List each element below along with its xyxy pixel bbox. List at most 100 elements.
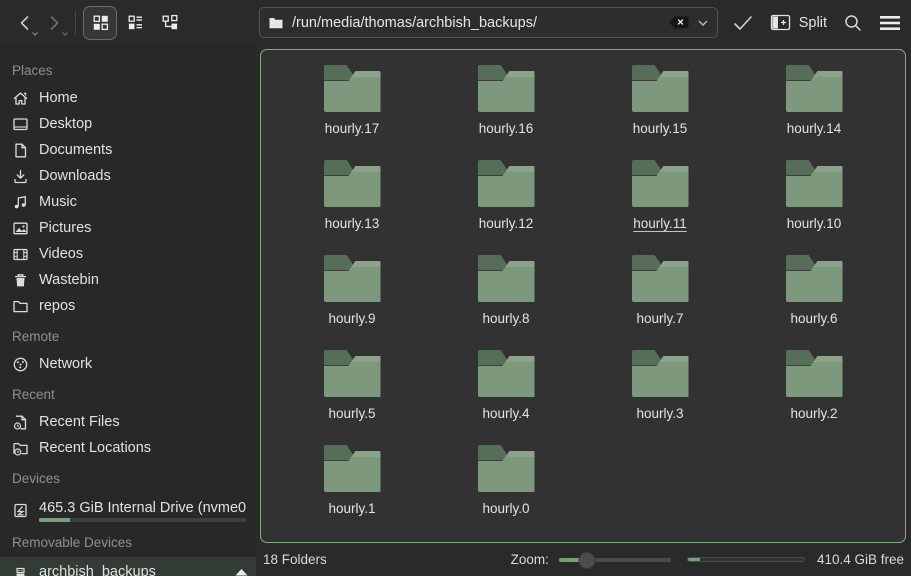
- sidebar-item-label: Documents: [39, 142, 246, 158]
- toolbar-separator: [75, 11, 76, 35]
- folder-icon: [478, 255, 535, 302]
- capacity-meter: [39, 518, 246, 522]
- folder-icon: [324, 255, 381, 302]
- folder-icon: [324, 65, 381, 112]
- folder-item-hourly-9[interactable]: hourly.9: [275, 252, 429, 347]
- section-header-places: Places: [0, 53, 256, 85]
- folder-icon: [478, 350, 535, 397]
- sidebar-item-pictures[interactable]: Pictures: [0, 215, 256, 241]
- folder-icon: [632, 160, 689, 207]
- folder-item-hourly-16[interactable]: hourly.16: [429, 62, 583, 157]
- free-space-meter: [687, 557, 805, 562]
- folder-view[interactable]: hourly.17 hourly.16 hourly.15 hourly.14 hour…: [260, 49, 906, 543]
- folder-item-hourly-5[interactable]: hourly.5: [275, 347, 429, 442]
- folder-label: hourly.1: [328, 501, 375, 516]
- sidebar-item-recent-locations[interactable]: Recent Locations: [0, 435, 256, 461]
- folder-grid: hourly.17 hourly.16 hourly.15 hourly.14 hour…: [261, 50, 905, 537]
- sidebar-item-label: Videos: [39, 246, 246, 262]
- address-dropdown-icon[interactable]: [697, 19, 709, 27]
- wastebin-icon: [12, 272, 29, 289]
- address-text[interactable]: /run/media/thomas/archbish_backups/: [292, 15, 660, 31]
- folder-item-hourly-10[interactable]: hourly.10: [737, 157, 891, 252]
- split-button[interactable]: Split: [770, 14, 827, 31]
- folder-item-hourly-0[interactable]: hourly.0: [429, 442, 583, 537]
- icons-view-button[interactable]: [83, 6, 116, 40]
- hamburger-menu-icon[interactable]: [879, 15, 901, 31]
- folder-label: hourly.14: [787, 121, 842, 136]
- folder-item-hourly-3[interactable]: hourly.3: [583, 347, 737, 442]
- sidebar-item-documents[interactable]: Documents: [0, 137, 256, 163]
- sidebar-item-label: Downloads: [39, 168, 246, 184]
- zoom-slider[interactable]: [559, 551, 671, 569]
- folder-label: hourly.2: [790, 406, 837, 421]
- folder-icon: [632, 255, 689, 302]
- folder-item-hourly-1[interactable]: hourly.1: [275, 442, 429, 537]
- folder-item-hourly-8[interactable]: hourly.8: [429, 252, 583, 347]
- folder-item-hourly-12[interactable]: hourly.12: [429, 157, 583, 252]
- sidebar: PlacesHome Desktop Documents Downloads Music…: [0, 45, 256, 576]
- sidebar-item-465-3-gib-internal-drive-nvme0n1[interactable]: 465.3 GiB Internal Drive (nvme0n1...: [0, 493, 256, 525]
- section-header-removable-devices: Removable Devices: [0, 525, 256, 557]
- sidebar-item-label: Wastebin: [39, 272, 246, 288]
- folder-item-hourly-13[interactable]: hourly.13: [275, 157, 429, 252]
- sidebar-item-label: archbish_backups: [39, 564, 206, 576]
- folder-label: hourly.13: [325, 216, 380, 231]
- back-history-caret-icon[interactable]: [31, 31, 39, 37]
- back-button[interactable]: [10, 8, 39, 38]
- folder-icon: [324, 350, 381, 397]
- sidebar-item-label: Desktop: [39, 116, 246, 132]
- folder-item-hourly-15[interactable]: hourly.15: [583, 62, 737, 157]
- sidebar-item-downloads[interactable]: Downloads: [0, 163, 256, 189]
- forward-history-caret-icon[interactable]: [61, 31, 69, 37]
- zoom-slider-handle[interactable]: [578, 552, 595, 569]
- sidebar-item-repos[interactable]: repos: [0, 293, 256, 319]
- folder-label: hourly.9: [328, 311, 375, 326]
- zoom-label: Zoom:: [511, 552, 549, 567]
- sidebar-item-home[interactable]: Home: [0, 85, 256, 111]
- sidebar-item-wastebin[interactable]: Wastebin: [0, 267, 256, 293]
- sidebar-item-network[interactable]: Network: [0, 351, 256, 377]
- sidebar-item-music[interactable]: Music: [0, 189, 256, 215]
- folder-label: hourly.7: [636, 311, 683, 326]
- sidebar-item-label: Network: [39, 356, 246, 372]
- folder-label: hourly.6: [790, 311, 837, 326]
- sidebar-item-label: Recent Locations: [39, 440, 246, 456]
- sidebar-item-label: Pictures: [39, 220, 246, 236]
- sidebar-item-label: 465.3 GiB Internal Drive (nvme0n1...: [39, 500, 246, 516]
- status-bar: 18 Folders Zoom: 410.4 GiB free: [256, 543, 911, 576]
- forward-button[interactable]: [39, 8, 68, 38]
- sidebar-item-archbish-backups[interactable]: archbish_backups: [0, 557, 256, 576]
- folder-label: hourly.17: [325, 121, 380, 136]
- toolbar: /run/media/thomas/archbish_backups/ Spli…: [0, 0, 911, 45]
- location-folder-icon: [268, 16, 284, 30]
- folder-icon: [632, 350, 689, 397]
- folder-item-hourly-2[interactable]: hourly.2: [737, 347, 891, 442]
- recent-locations-icon: [12, 440, 29, 457]
- folder-item-hourly-11[interactable]: hourly.11: [583, 157, 737, 252]
- icons-view-icon: [91, 13, 110, 32]
- folder-item-hourly-14[interactable]: hourly.14: [737, 62, 891, 157]
- search-icon[interactable]: [843, 13, 863, 33]
- sidebar-item-videos[interactable]: Videos: [0, 241, 256, 267]
- folder-label: hourly.16: [479, 121, 534, 136]
- section-header-recent: Recent: [0, 377, 256, 409]
- folder-item-hourly-6[interactable]: hourly.6: [737, 252, 891, 347]
- clear-address-icon[interactable]: [668, 15, 689, 30]
- folder-item-hourly-17[interactable]: hourly.17: [275, 62, 429, 157]
- address-bar[interactable]: /run/media/thomas/archbish_backups/: [259, 7, 718, 38]
- folder-icon: [786, 255, 843, 302]
- folder-item-hourly-4[interactable]: hourly.4: [429, 347, 583, 442]
- eject-button[interactable]: [226, 560, 256, 576]
- split-view-icon: [770, 14, 791, 31]
- sidebar-item-recent-files[interactable]: Recent Files: [0, 409, 256, 435]
- folder-item-hourly-7[interactable]: hourly.7: [583, 252, 737, 347]
- downloads-icon: [12, 168, 29, 185]
- folder-icon: [478, 160, 535, 207]
- compact-view-button[interactable]: [119, 6, 152, 40]
- sidebar-item-desktop[interactable]: Desktop: [0, 111, 256, 137]
- terminal-toggle-check-icon[interactable]: [732, 14, 754, 32]
- details-view-button[interactable]: [154, 6, 187, 40]
- folder-label: hourly.4: [482, 406, 529, 421]
- music-icon: [12, 194, 29, 211]
- folder-icon: [786, 350, 843, 397]
